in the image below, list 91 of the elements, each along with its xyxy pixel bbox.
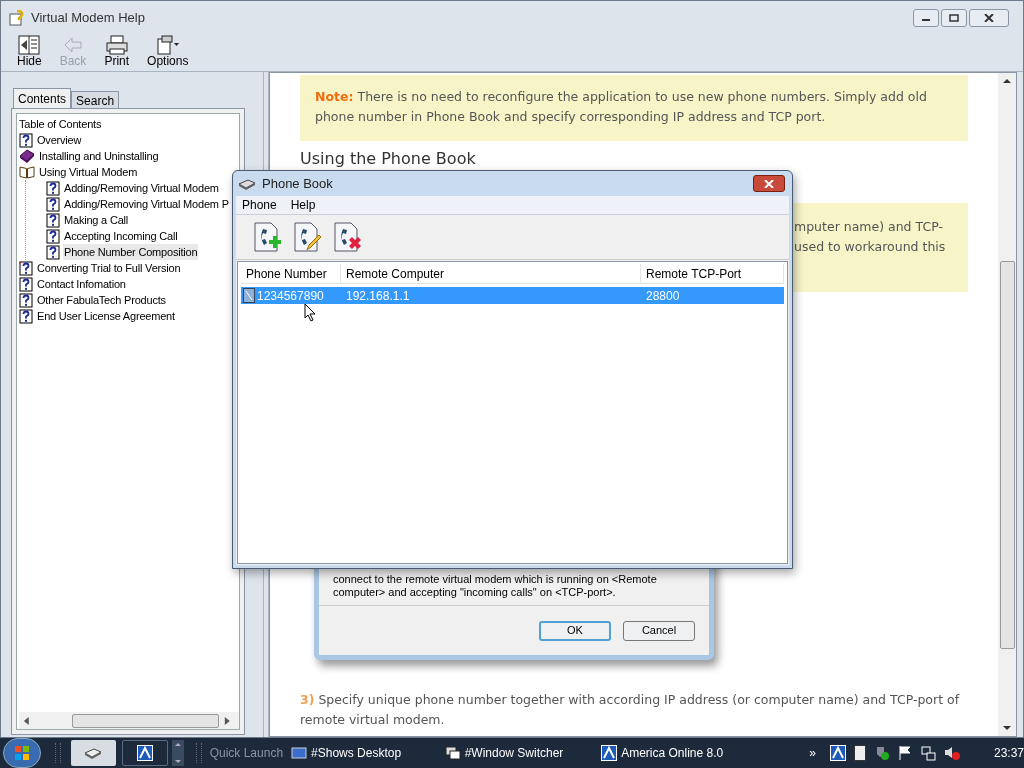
- options-icon: [155, 35, 180, 55]
- maximize-button[interactable]: [941, 9, 967, 27]
- vertical-scrollbar[interactable]: [998, 73, 1016, 736]
- printer-icon: [105, 35, 128, 55]
- help-page-icon: [19, 276, 33, 292]
- windows-icon: [444, 746, 461, 760]
- tree-root[interactable]: Table of Contents: [19, 115, 102, 133]
- help-page-icon: [19, 292, 33, 308]
- network-icon: [920, 745, 936, 761]
- modem-icon: [238, 177, 256, 190]
- shield-check-icon: [874, 745, 890, 761]
- note-text: Note: There is no need to reconfigure the application to use new phone numbers. Simply add old phone number in Phone Book and specify corresponding IP address and TCP port.: [315, 88, 928, 126]
- tree-item[interactable]: Making a Call: [63, 211, 130, 229]
- phone-add-icon: [251, 221, 281, 253]
- help-page-icon: [19, 308, 33, 324]
- column-header[interactable]: Remote TCP-Port: [641, 264, 784, 283]
- help-page-icon: [46, 228, 60, 244]
- chevron[interactable]: »: [809, 744, 816, 762]
- note-text: mputer name) and TCP-: [794, 218, 944, 236]
- horizontal-scrollbar[interactable]: [19, 712, 239, 729]
- triangle-app-icon: [830, 745, 846, 761]
- help-page-icon: [46, 212, 60, 228]
- scroll-down-icon: [173, 759, 182, 764]
- menu-item[interactable]: Help: [290, 196, 316, 214]
- taskbar-item[interactable]: America Online 8.0: [601, 744, 800, 762]
- triangle-app-icon: [137, 745, 153, 761]
- taskbar-item[interactable]: #Shows Desktop: [291, 744, 445, 762]
- table-cell-text: 28800: [645, 287, 681, 305]
- tree-item[interactable]: Using Virtual Modem: [38, 163, 139, 181]
- toolbar-button[interactable]: Print: [104, 35, 130, 68]
- flag-icon: [898, 745, 912, 761]
- menu-item[interactable]: Phone: [242, 196, 277, 214]
- task-button[interactable]: [122, 740, 168, 766]
- tree-item[interactable]: Installing and Uninstalling: [38, 147, 160, 165]
- table-cell-text: 192.168.1.1: [345, 287, 411, 305]
- note-text: used to workaround this: [794, 238, 947, 256]
- scroll-up-icon: [1002, 77, 1012, 85]
- toolbar-button[interactable]: Hide: [17, 35, 42, 68]
- triangle-app-icon: [601, 745, 618, 761]
- help-page-icon: [46, 196, 60, 212]
- tree-item[interactable]: Contact Infomation: [36, 275, 127, 293]
- window-title: Virtual Modem Help: [31, 9, 145, 28]
- start-button[interactable]: [3, 738, 41, 768]
- tree-item[interactable]: Overview: [36, 131, 83, 149]
- phone-edit-icon: [291, 221, 321, 253]
- section-heading: Using the Phone Book: [300, 149, 477, 169]
- phone-delete-icon: [331, 221, 361, 253]
- document-icon: [854, 745, 866, 761]
- tab[interactable]: Contents: [13, 88, 72, 108]
- task-button[interactable]: [70, 740, 117, 766]
- step-text: 3) Specify unique phone number together with according IP address (or computer name) and TCP-port of remote virtual modem.: [300, 691, 961, 729]
- windows-logo-icon: [13, 745, 30, 761]
- help-app-icon: [9, 10, 25, 26]
- table-cell: 1234567890: [241, 286, 341, 305]
- toolbar-button[interactable]: Options: [147, 35, 189, 68]
- hide-pane-icon: [18, 35, 41, 55]
- book-icon: [19, 149, 35, 163]
- tree-item[interactable]: Other FabulaTech Products: [36, 291, 167, 309]
- dialog-text: connect to the remote virtual modem which is running on <Remote computer> and accepting "incoming calls" on <TCP-port>.: [332, 573, 658, 600]
- phone-entry-icon: [243, 288, 255, 303]
- desktop-icon: [291, 746, 308, 760]
- muted-speaker-icon: [944, 745, 960, 761]
- back-arrow-icon: [62, 35, 85, 55]
- close-icon: [984, 14, 994, 22]
- tree-item[interactable]: Accepting Incoming Call: [63, 227, 179, 245]
- tab[interactable]: Search: [71, 91, 120, 108]
- window-title: Phone Book: [262, 174, 333, 193]
- help-page-icon: [46, 244, 60, 260]
- modem-icon: [84, 747, 103, 759]
- minimize-button[interactable]: [913, 9, 939, 27]
- maximize-icon: [949, 14, 959, 22]
- scroll-down-icon: [1002, 724, 1012, 732]
- tree-item[interactable]: Converting Trial to Full Version: [36, 259, 182, 277]
- quick-launch-label: Quick Launch: [209, 745, 284, 762]
- scroll-up-icon: [173, 742, 182, 747]
- tree-item[interactable]: End User License Agreement: [36, 307, 176, 325]
- open-book-icon: [19, 165, 35, 179]
- close-icon: [764, 179, 774, 188]
- column-header[interactable]: Remote Computer: [341, 264, 641, 283]
- close-button[interactable]: [969, 9, 1009, 27]
- close-button[interactable]: [753, 175, 785, 192]
- help-page-icon: [46, 180, 60, 196]
- clock: 23:37: [994, 745, 1024, 762]
- tree-item[interactable]: Adding/Removing Virtual Modem: [63, 179, 220, 197]
- mouse-pointer-icon: [304, 303, 316, 322]
- help-page-icon: [19, 132, 33, 148]
- new-help-page-icon: [19, 260, 33, 276]
- taskbar-item[interactable]: #Window Switcher: [444, 744, 602, 762]
- column-header[interactable]: Phone Number: [241, 264, 341, 283]
- tree-item[interactable]: Adding/Removing Virtual Modem P: [63, 195, 230, 213]
- tree-item[interactable]: Phone Number Composition: [63, 243, 199, 261]
